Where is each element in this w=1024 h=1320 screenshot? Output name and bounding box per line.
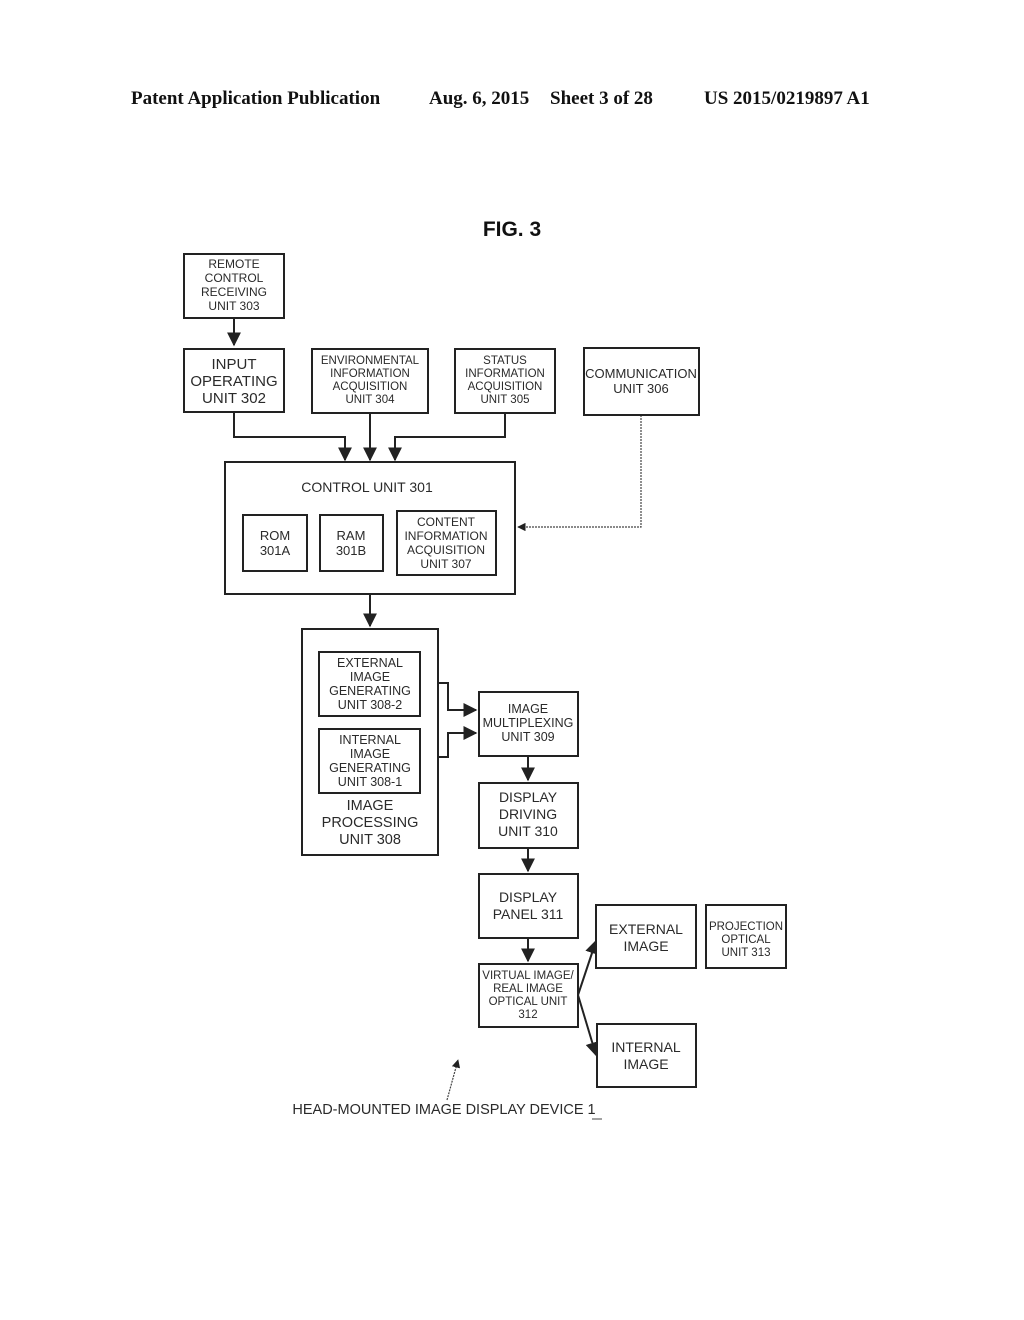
label-line: CONTENT xyxy=(417,515,476,529)
label-line: REMOTE xyxy=(208,257,259,271)
label-line: OPTICAL UNIT xyxy=(489,996,568,1008)
label-line: STATUS xyxy=(483,355,527,367)
label-line: IMAGE xyxy=(508,702,548,716)
box-communication-unit-306: COMMUNICATION UNIT 306 xyxy=(583,347,700,416)
box-internal-image-generating-unit-308-1: INTERNAL IMAGE GENERATING UNIT 308-1 xyxy=(318,728,421,794)
label-line: IMAGE xyxy=(350,747,390,761)
label-line: ACQUISITION xyxy=(468,381,543,393)
label-line: UNIT 303 xyxy=(208,299,259,313)
label-line: DRIVING xyxy=(499,806,557,822)
arrow-312-to-external-image xyxy=(577,939,599,996)
label-line: INTERNAL xyxy=(611,1039,680,1055)
label-line: IMAGE xyxy=(623,1056,668,1072)
box-environmental-information-acquisition-unit-304: ENVIRONMENTAL INFORMATION ACQUISITION UN… xyxy=(311,348,429,414)
label-line: 312 xyxy=(518,1009,537,1021)
label-line: UNIT 308-2 xyxy=(338,698,402,712)
label-line: INFORMATION xyxy=(330,368,410,380)
label-line: UNIT 313 xyxy=(721,947,770,959)
label-line: IMAGE xyxy=(623,938,668,954)
label-line: CONTROL xyxy=(205,271,264,285)
box-input-operating-unit-302: INPUT OPERATING UNIT 302 xyxy=(183,348,285,413)
block-diagram: REMOTE CONTROL RECEIVING UNIT 303 INPUT … xyxy=(183,253,787,1120)
label-line: PANEL 311 xyxy=(493,906,564,922)
label-line: ACQUISITION xyxy=(407,543,485,557)
arrow-312-to-internal-image xyxy=(577,994,600,1057)
label-line: INFORMATION xyxy=(404,529,487,543)
label-line: UNIT 304 xyxy=(345,394,395,406)
box-external-image-generating-unit-308-2: EXTERNAL IMAGE GENERATING UNIT 308-2 xyxy=(318,651,421,717)
box-status-information-acquisition-unit-305: STATUS INFORMATION ACQUISITION UNIT 305 xyxy=(454,348,556,414)
label-line: UNIT 302 xyxy=(202,390,266,407)
label-line: DISPLAY xyxy=(499,889,558,905)
box-image-multiplexing-unit-309: IMAGE MULTIPLEXING UNIT 309 xyxy=(478,691,579,757)
label-line: UNIT 309 xyxy=(501,730,554,744)
label-line: DISPLAY xyxy=(499,789,558,805)
label-line: VIRTUAL IMAGE/ xyxy=(482,970,574,982)
box-external-image: EXTERNAL IMAGE xyxy=(595,904,697,969)
box-remote-control-receiving-unit-303: REMOTE CONTROL RECEIVING UNIT 303 xyxy=(183,253,285,319)
label-line: GENERATING xyxy=(329,761,411,775)
box-display-panel-311: DISPLAY PANEL 311 xyxy=(478,873,579,939)
box-projection-optical-unit-313: PROJECTION OPTICAL UNIT 313 xyxy=(705,904,787,969)
label-line: UNIT 308 xyxy=(339,832,401,848)
box-ram-301b: RAM 301B xyxy=(319,514,384,572)
label-line: UNIT 306 xyxy=(613,381,668,396)
label-line: RAM xyxy=(337,528,366,543)
label-line: CONTROL UNIT 301 xyxy=(301,479,433,495)
arrow-305-to-301 xyxy=(388,413,506,462)
box-display-driving-unit-310: DISPLAY DRIVING UNIT 310 xyxy=(478,782,579,849)
label-line: ACQUISITION xyxy=(333,381,408,393)
label-line: INPUT xyxy=(212,356,257,373)
label-line: IMAGE xyxy=(347,798,394,814)
label-line: IMAGE xyxy=(350,670,390,684)
figure-caption: HEAD-MOUNTED IMAGE DISPLAY DEVICE 1 xyxy=(292,1102,595,1118)
label-line: INTERNAL xyxy=(339,733,401,747)
label-line: EXTERNAL xyxy=(609,921,683,937)
label-line: RECEIVING xyxy=(201,285,267,299)
label-line: COMMUNICATION xyxy=(585,366,697,381)
label-line: OPTICAL xyxy=(721,934,771,946)
label-line: GENERATING xyxy=(329,684,411,698)
label-line: UNIT 305 xyxy=(480,394,529,406)
label-line: MULTIPLEXING xyxy=(483,716,574,730)
label-line: ENVIRONMENTAL xyxy=(321,355,420,367)
label-line: INFORMATION xyxy=(465,368,545,380)
label-line: PROCESSING xyxy=(322,815,419,831)
box-virtual-real-image-optical-unit-312: VIRTUAL IMAGE/ REAL IMAGE OPTICAL UNIT 3… xyxy=(478,963,579,1028)
box-internal-image: INTERNAL IMAGE xyxy=(596,1023,697,1088)
label-line: OPERATING xyxy=(190,373,277,390)
label-line: ROM xyxy=(260,528,290,543)
label-line: UNIT 307 xyxy=(420,557,471,571)
label-line: EXTERNAL xyxy=(337,656,403,670)
label-line: 301B xyxy=(336,543,366,558)
label-line: REAL IMAGE xyxy=(493,983,563,995)
label-line: UNIT 308-1 xyxy=(338,775,402,789)
arrow-302-to-301 xyxy=(233,412,352,462)
leader-device-1 xyxy=(446,1059,461,1101)
label-line: UNIT 310 xyxy=(498,823,558,839)
box-rom-301a: ROM 301A xyxy=(242,514,308,572)
box-content-information-acquisition-unit-307: CONTENT INFORMATION ACQUISITION UNIT 307 xyxy=(396,510,497,576)
arrow-306-to-301 xyxy=(517,415,642,532)
label-line: 301A xyxy=(260,543,291,558)
label-line: PROJECTION xyxy=(709,921,783,933)
